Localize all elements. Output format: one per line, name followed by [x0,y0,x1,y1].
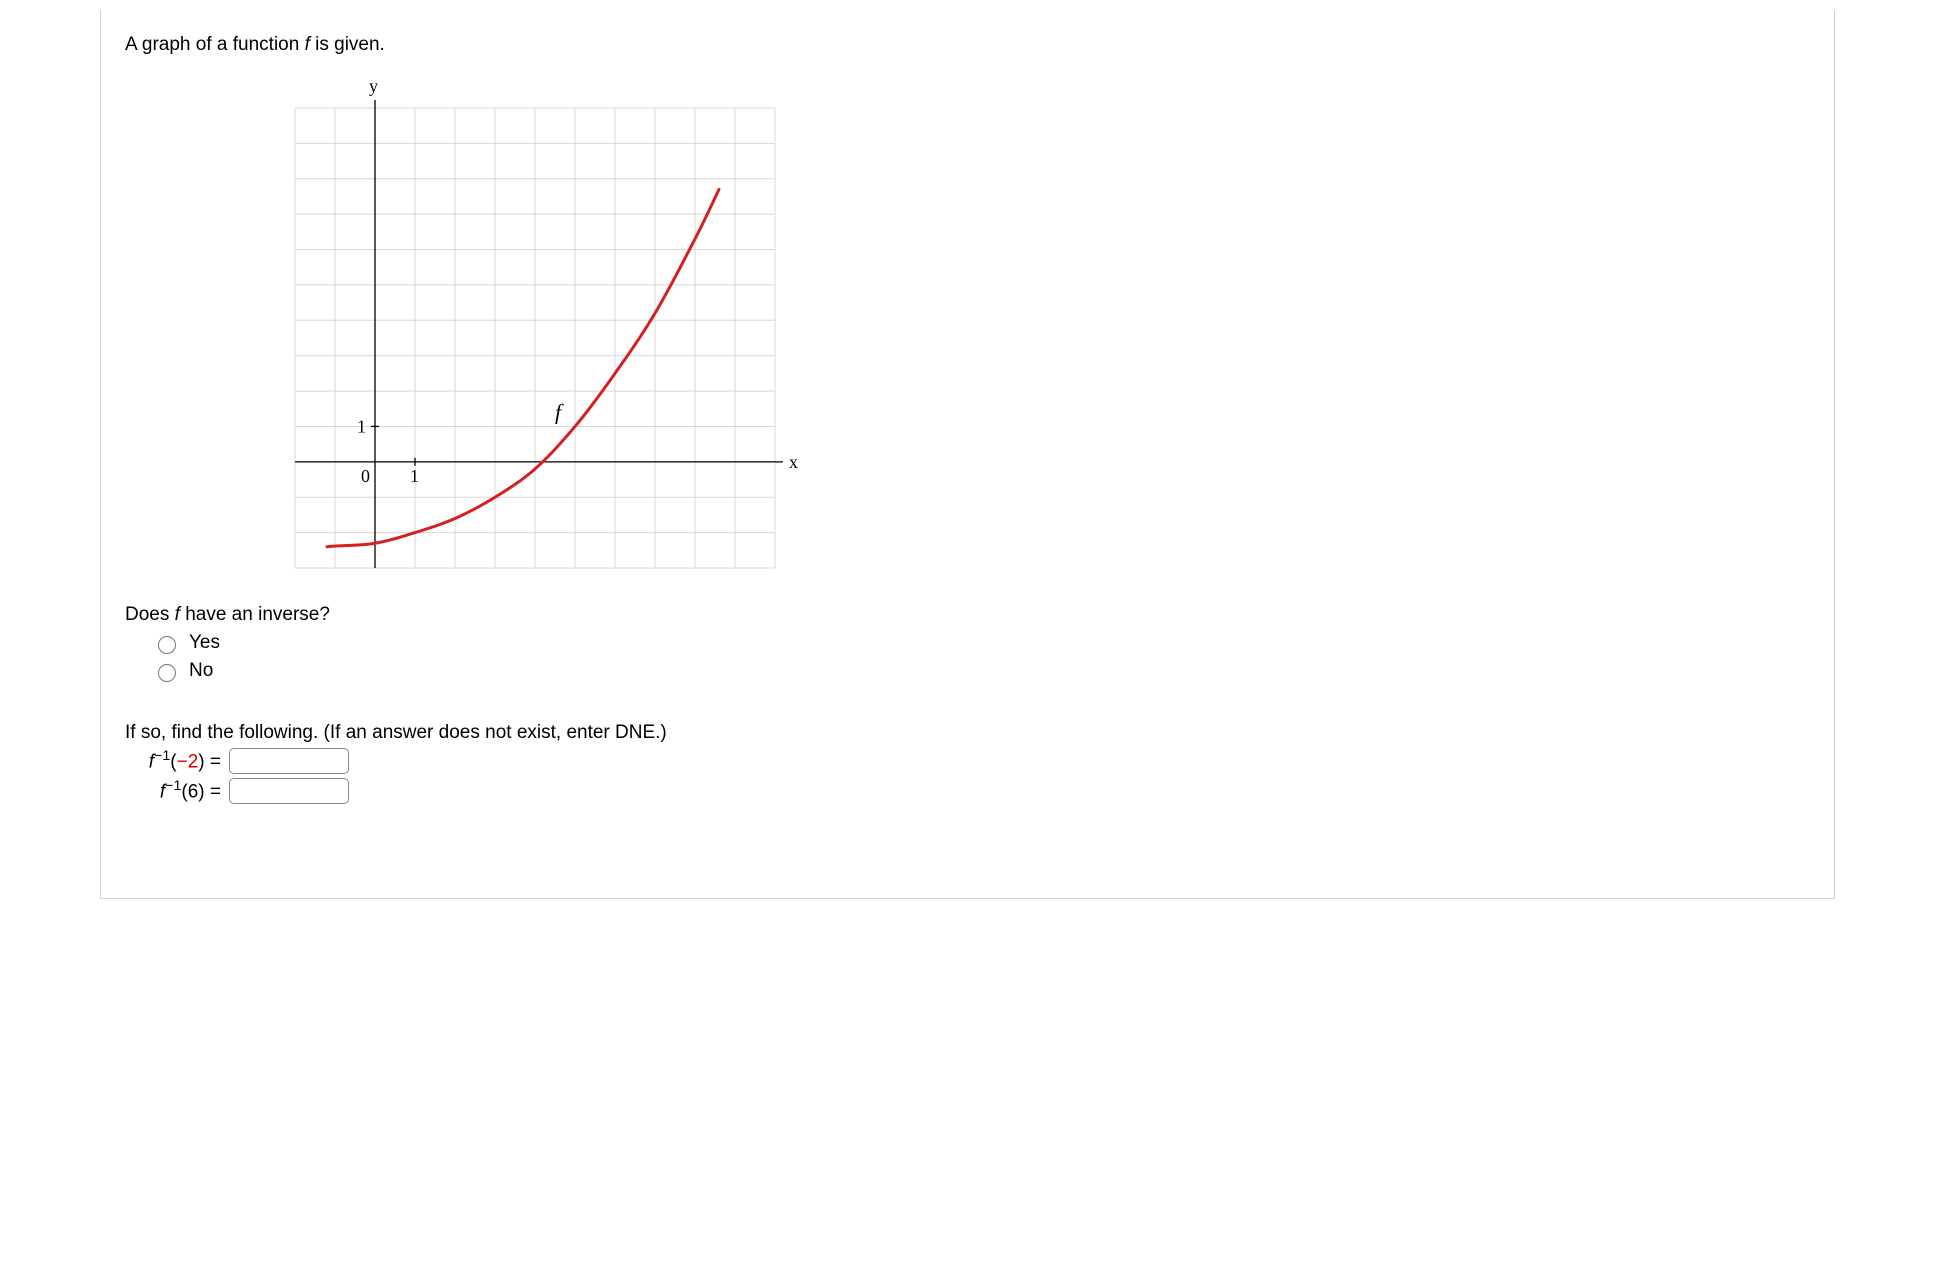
radio-no[interactable] [158,664,176,682]
function-graph: 0 1 1 y x f [275,68,815,588]
eq2-eq: = [205,782,221,803]
inv-q-b: have an inverse? [180,604,330,625]
eq1-neg: −2 [177,752,199,773]
prompt-b: is given. [310,34,385,55]
svg-text:x: x [789,452,798,472]
eq2-sup: −1 [165,778,181,794]
followup-text: If so, find the following. (If an answer… [125,722,1810,744]
eq-row-1: f−1(−2) = [125,748,1810,774]
eq2-lhs: f−1(6) = [125,778,221,803]
answer-input-2[interactable] [229,778,349,804]
svg-text:y: y [369,76,378,96]
eq1-eq: = [205,752,221,773]
option-no-row: No [153,660,1810,682]
eq-row-2: f−1(6) = [125,778,1810,804]
eq1-sup: −1 [154,748,170,764]
svg-text:f: f [555,399,564,424]
radio-yes[interactable] [158,636,176,654]
option-yes-row: Yes [153,632,1810,654]
chart-container: 0 1 1 y x f [275,68,1810,588]
prompt-text: A graph of a function f is given. [125,34,1810,56]
label-yes: Yes [189,632,220,654]
svg-text:1: 1 [357,416,366,436]
inv-q-a: Does [125,604,175,625]
question-panel: A graph of a function f is given. 0 1 1 y x f… [100,10,1835,899]
label-no: No [189,660,213,682]
prompt-a: A graph of a function [125,34,305,55]
svg-text:1: 1 [410,466,419,486]
inverse-question: Does f have an inverse? [125,604,1810,626]
answer-input-1[interactable] [229,748,349,774]
svg-text:0: 0 [361,466,370,486]
eq1-lhs: f−1(−2) = [125,748,221,773]
eq2-val: 6 [188,782,199,803]
